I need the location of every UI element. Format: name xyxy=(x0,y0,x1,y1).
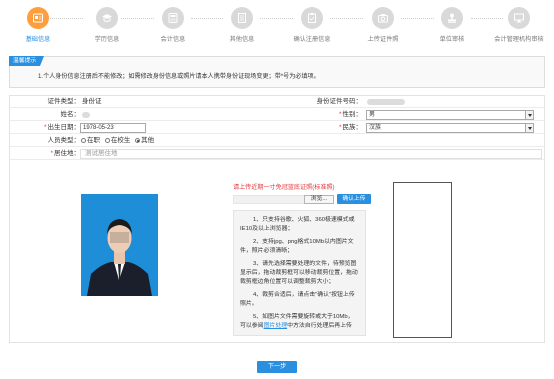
id-type-value: 身份证 xyxy=(82,98,102,105)
tip-item: 4、裁剪合适后，请点击"确认"按钮上传照片。 xyxy=(240,292,355,307)
radio-label: 在校生 xyxy=(110,137,131,144)
tip-text: 中方法自行处理后再上传 xyxy=(287,323,352,329)
tip-item: 3、请先选择需要处理的文件，待预览图显示后，拖动裁剪框可以移动裁剪位置，拖动裁剪… xyxy=(240,261,358,285)
step-accounting-info[interactable]: 会计信息 xyxy=(133,7,213,44)
person-type-radio-group: 在职 在校生 其他 xyxy=(78,135,154,147)
ethnicity-selected-value: 汉族 xyxy=(369,125,382,131)
radio-label: 在职 xyxy=(87,137,100,144)
ethnicity-label: *民族： xyxy=(338,124,362,131)
id-number-label: 身份证件号码： xyxy=(316,98,363,105)
tip-item: 5、如图片文件需要旋转或大于10Mb，可以参阅图片处理中方法自行处理后再上传 xyxy=(240,313,359,331)
gender-label: *性别： xyxy=(338,111,362,118)
notice-text: 1.个人身份信息注册后不能修改；如需修改身份信息或照片请本人携带身份证现场变更；… xyxy=(38,73,320,80)
radio-student[interactable] xyxy=(104,138,110,143)
required-marker: * xyxy=(338,111,342,118)
document-icon xyxy=(231,7,253,29)
address-input[interactable]: 测试居住地 xyxy=(80,149,542,159)
birth-date-label: *出生日期： xyxy=(43,124,80,131)
address-label: *居住地： xyxy=(50,150,80,157)
monitor-icon xyxy=(508,7,530,29)
chevron-down-icon xyxy=(525,111,533,119)
required-marker: * xyxy=(338,124,342,131)
calculator-icon xyxy=(162,7,184,29)
step-label: 单位审核 xyxy=(439,36,465,43)
gender-select[interactable]: 男 xyxy=(366,110,534,120)
image-processing-link[interactable]: 图片处理 xyxy=(264,323,288,329)
confirm-upload-button[interactable]: 确认上传 xyxy=(337,194,371,204)
step-confirm-info[interactable]: 确认注册信息 xyxy=(289,7,335,44)
ethnicity-select[interactable]: 汉族 xyxy=(366,123,534,133)
required-marker: * xyxy=(50,150,53,157)
form-row: 姓名： *性别： 男 xyxy=(10,109,544,121)
clipboard-icon xyxy=(301,7,323,29)
form-row: *居住地： 测试居住地 xyxy=(10,148,544,160)
tip-item: 1、只支持谷歌、火狐、360极速模式或IE10及以上浏览器； xyxy=(240,217,355,232)
step-label: 其他信息 xyxy=(229,36,255,43)
file-path-field[interactable] xyxy=(233,195,313,204)
step-upload-photo[interactable]: 上传证件照 xyxy=(343,7,423,44)
person-type-label: 人员类型： xyxy=(47,137,81,144)
graduation-cap-icon xyxy=(96,7,118,29)
id-card-icon xyxy=(27,7,49,29)
step-label: 会计信息 xyxy=(160,36,186,43)
browse-button[interactable]: 浏览... xyxy=(304,195,334,204)
radio-other[interactable] xyxy=(135,138,141,143)
birth-date-input[interactable]: 1978-05-23 xyxy=(80,123,146,133)
id-number-value xyxy=(367,99,405,105)
required-marker: * xyxy=(43,124,47,131)
name-value xyxy=(82,112,90,118)
progress-steps: 基础信息 学历信息 会计信息 其他信息 确认注册信息 上传证件照 单位审核 会计… xyxy=(0,0,554,58)
next-step-button[interactable]: 下一步 xyxy=(257,361,297,373)
form-row: 证件类型： 身份证 身份证件号码： xyxy=(10,96,544,108)
notice-box: 温馨提示 1.个人身份信息注册后不能修改；如需修改身份信息或照片请本人携带身份证… xyxy=(9,56,545,88)
stamp-icon xyxy=(441,7,463,29)
notice-tag: 温馨提示 xyxy=(9,56,45,66)
tip-item: 2、支持jpg、png格式10Mb以内图片文件，照片必须清晰； xyxy=(240,239,354,254)
id-type-label: 证件类型： xyxy=(47,98,81,105)
camera-icon xyxy=(372,7,394,29)
upload-warning: 请上传近期一寸免冠蓝底证照(标准照) xyxy=(233,184,335,191)
gender-selected-value: 男 xyxy=(369,112,376,118)
radio-employed[interactable] xyxy=(81,138,86,143)
upload-tips: 1、只支持谷歌、火狐、360极速模式或IE10及以上浏览器； 2、支持jpg、p… xyxy=(233,210,366,336)
step-other-info[interactable]: 其他信息 xyxy=(202,7,282,44)
chevron-down-icon xyxy=(525,124,533,132)
id-photo-preview xyxy=(81,194,158,296)
radio-label: 其他 xyxy=(141,137,155,144)
basic-info-form: 证件类型： 身份证 身份证件号码： 姓名： *性别： 男 *出生日期： 1978… xyxy=(9,95,545,343)
crop-preview-box xyxy=(393,182,452,338)
step-label: 确认注册信息 xyxy=(293,36,331,43)
name-label: 姓名： xyxy=(60,111,81,118)
step-agency-review[interactable]: 会计管理机构审核 xyxy=(494,7,544,44)
step-label: 会计管理机构审核 xyxy=(494,36,544,43)
form-row: 人员类型： 在职 在校生 其他 xyxy=(10,135,544,147)
step-unit-review[interactable]: 单位审核 xyxy=(412,7,492,44)
form-row: *出生日期： 1978-05-23 *民族： 汉族 xyxy=(10,122,544,134)
step-label: 上传证件照 xyxy=(367,36,399,43)
